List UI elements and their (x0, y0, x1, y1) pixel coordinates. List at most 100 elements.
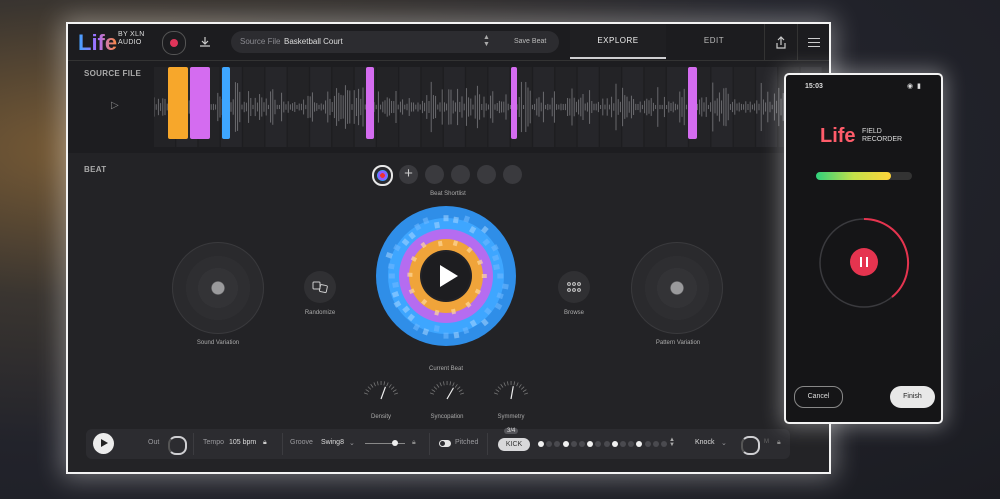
top-bar: Life BY XLN AUDIO Source File Basketball… (68, 24, 829, 61)
step-stepper-icon[interactable]: ▲ ▼ (669, 437, 675, 448)
sound-variation-knob[interactable] (172, 242, 264, 334)
shortlist-slot[interactable] (503, 165, 522, 184)
groove-slider[interactable] (365, 443, 405, 444)
density-dial[interactable] (363, 377, 399, 401)
current-beat-label: Current Beat (428, 366, 464, 372)
play-icon[interactable]: ▷ (111, 100, 119, 111)
syncopation-dial[interactable] (429, 377, 465, 401)
sequencer-step[interactable] (644, 441, 651, 447)
cancel-button[interactable]: Cancel (794, 386, 843, 408)
density-label: Density (370, 414, 391, 420)
sequencer-step[interactable] (562, 441, 569, 447)
sample-slice (511, 67, 517, 139)
sequencer-step[interactable] (538, 441, 544, 447)
divider (429, 433, 430, 455)
sequencer-step[interactable] (570, 441, 577, 447)
divider (282, 433, 283, 455)
sequencer-step[interactable] (603, 441, 610, 447)
sequencer-step[interactable] (554, 441, 561, 447)
source-file-value: Basketball Court (284, 37, 343, 46)
groove-label: Groove (290, 439, 313, 446)
symmetry-dial[interactable] (493, 377, 529, 401)
download-button[interactable] (194, 31, 216, 53)
randomize-button[interactable] (304, 271, 336, 303)
shortlist-slot[interactable] (451, 165, 470, 184)
out-knob[interactable] (168, 436, 187, 455)
shortlist-slot[interactable] (477, 165, 496, 184)
pitched-toggle[interactable] (439, 440, 451, 447)
tab-edit[interactable]: EDIT (666, 24, 762, 57)
groove-slider-thumb[interactable] (392, 440, 398, 446)
sequencer-step[interactable] (595, 441, 602, 447)
status-icons: ◉ ▮ (907, 83, 922, 90)
chevron-down-icon[interactable]: ⌄ (349, 439, 355, 447)
sequencer-step[interactable] (587, 441, 594, 447)
transport-bar: Out Tempo 105 bpm 🔒︎ Groove Swing8 ⌄ 🔒︎ … (86, 428, 790, 459)
sequencer-step[interactable] (661, 441, 667, 447)
lock-icon[interactable]: 🔒︎ (412, 439, 416, 447)
play-button[interactable] (93, 433, 114, 454)
randomize-label: Randomize (304, 310, 336, 316)
menu-icon (808, 41, 820, 43)
sequencer-step[interactable] (652, 441, 659, 447)
sequencer-step[interactable] (579, 441, 585, 447)
record-icon (170, 39, 178, 47)
record-button[interactable] (162, 31, 186, 55)
sequencer-step[interactable] (620, 441, 626, 447)
tempo-value[interactable]: 105 bpm (229, 439, 256, 446)
source-stepper-icon[interactable]: ▲ ▼ (483, 34, 490, 48)
kick-badge: 3/4 (504, 428, 519, 434)
tab-explore[interactable]: EXPLORE (570, 24, 666, 59)
instrument-knob[interactable] (741, 436, 760, 455)
phone-time: 15:03 (805, 83, 823, 90)
dice-icon (312, 281, 328, 294)
knock-value[interactable]: Knock (695, 439, 714, 446)
divider (487, 433, 488, 455)
save-beat-button[interactable]: Save Beat (514, 38, 546, 45)
share-button[interactable] (764, 24, 797, 60)
beat-shortlist-label: Beat Shortlist (430, 191, 466, 197)
sequencer-step[interactable] (636, 441, 643, 447)
shortlist-add-button[interactable]: + (399, 165, 418, 184)
shortlist-slot[interactable] (425, 165, 444, 184)
chevron-down-icon[interactable]: ⌄ (721, 439, 727, 447)
pitched-label: Pitched (455, 439, 479, 446)
symmetry-label: Symmetry (497, 414, 525, 420)
menu-button[interactable] (797, 24, 829, 60)
source-file-title: SOURCE FILE (84, 69, 142, 78)
app-window: Life BY XLN AUDIO Source File Basketball… (68, 24, 829, 472)
source-file-section: SOURCE FILE ▷ (68, 61, 829, 153)
browse-button[interactable] (558, 271, 590, 303)
source-file-selector[interactable]: Source File Basketball Court ▲ ▼ Save Bea… (231, 31, 559, 53)
pause-icon (866, 257, 868, 267)
pattern-variation-knob[interactable] (631, 242, 723, 334)
share-icon (776, 35, 786, 49)
shortlist-slot-active[interactable] (372, 165, 393, 186)
pause-icon (860, 257, 862, 267)
browse-label: Browse (563, 310, 584, 316)
tempo-label: Tempo (203, 439, 225, 446)
app-logo: Life (78, 30, 118, 55)
phone-logo-subtitle: FIELD RECORDER (862, 128, 903, 143)
sequencer-step[interactable] (628, 441, 635, 447)
sample-slice (688, 67, 697, 139)
sample-slice (190, 67, 210, 139)
sample-slice (366, 67, 374, 139)
lock-icon[interactable]: 🔒︎ (263, 439, 267, 447)
current-beat-disc[interactable] (374, 204, 518, 348)
sample-slice (168, 67, 188, 139)
lock-icon[interactable]: 🔒︎ (777, 439, 781, 447)
finish-button[interactable]: Finish (890, 386, 935, 408)
pause-button[interactable] (850, 248, 878, 276)
out-label: Out (148, 439, 160, 446)
divider (193, 433, 194, 455)
logo-subtitle: BY XLN AUDIO (118, 31, 145, 46)
sequencer-step[interactable] (546, 441, 553, 447)
groove-value[interactable]: Swing8 (321, 439, 344, 446)
mute-icon[interactable]: M (764, 439, 769, 445)
kick-instrument-button[interactable]: KICK (498, 438, 530, 451)
download-icon (200, 37, 210, 47)
waveform[interactable] (154, 67, 824, 147)
sequencer-step[interactable] (611, 441, 618, 447)
grid-icon (567, 282, 581, 292)
